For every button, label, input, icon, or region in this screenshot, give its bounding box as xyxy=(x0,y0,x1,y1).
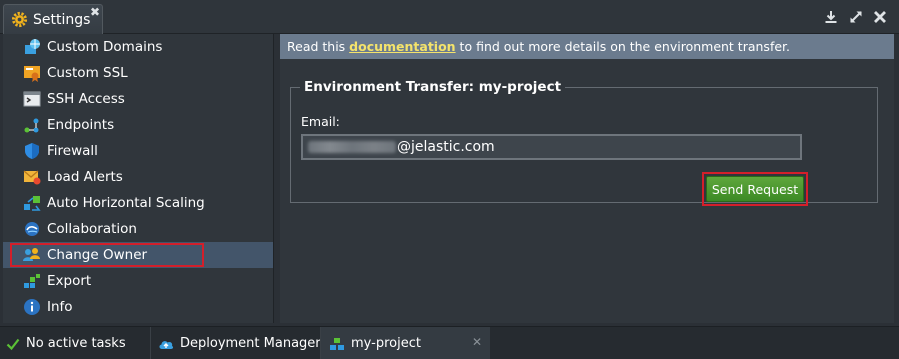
task-label: my-project xyxy=(351,336,421,351)
email-label: Email: xyxy=(301,114,340,129)
sidebar-item-label: Custom Domains xyxy=(47,39,163,55)
sidebar-item-change-owner[interactable]: Change Owner xyxy=(3,242,273,268)
download-icon[interactable] xyxy=(823,9,839,25)
tab-close-icon[interactable]: ✖ xyxy=(90,6,100,18)
sidebar-item-export[interactable]: Export xyxy=(3,268,273,294)
sidebar-item-endpoints[interactable]: Endpoints xyxy=(3,112,273,138)
environment-icon xyxy=(330,337,344,350)
maximize-icon[interactable] xyxy=(848,9,864,25)
sidebar-item-info[interactable]: Info xyxy=(3,294,273,320)
sidebar-item-label: Export xyxy=(47,273,92,289)
sidebar-item-label: Endpoints xyxy=(47,117,115,133)
sidebar-item-label: Custom SSL xyxy=(47,65,128,81)
sidebar-item-firewall[interactable]: Firewall xyxy=(3,138,273,164)
export-icon xyxy=(24,274,40,288)
task-status-label: No active tasks xyxy=(26,336,126,351)
handshake-icon xyxy=(25,222,39,236)
window-title-bar: Settings ✖ xyxy=(0,0,899,34)
email-field[interactable]: @jelastic.com xyxy=(301,134,802,160)
sidebar-item-label: SSH Access xyxy=(47,91,125,107)
sidebar-item-label: Change Owner xyxy=(47,247,148,263)
send-request-button[interactable]: Send Request xyxy=(706,176,804,202)
tab-deployment-manager[interactable]: Deployment Manager xyxy=(158,327,321,359)
close-icon[interactable]: ✕ xyxy=(472,335,482,349)
email-domain: @jelastic.com xyxy=(397,139,495,155)
info-icon xyxy=(24,299,40,315)
settings-sidebar: Custom Domains Custom SSL SSH Access End… xyxy=(3,34,274,323)
send-request-highlight: Send Request xyxy=(702,172,808,206)
cloud-upload-icon xyxy=(159,340,174,349)
sidebar-item-label: Collaboration xyxy=(47,221,137,237)
sidebar-item-label: Firewall xyxy=(47,143,98,159)
redacted-email-user xyxy=(308,141,396,153)
sidebar-item-label: Info xyxy=(47,299,73,315)
endpoints-icon xyxy=(24,118,39,133)
sidebar-item-ssh-access[interactable]: SSH Access xyxy=(3,86,273,112)
info-text-suffix: to find out more details on the environm… xyxy=(455,39,790,54)
sidebar-item-collaboration[interactable]: Collaboration xyxy=(3,216,273,242)
task-status[interactable]: No active tasks xyxy=(6,327,126,359)
sidebar-item-custom-domains[interactable]: Custom Domains xyxy=(3,34,273,60)
sidebar-item-custom-ssl[interactable]: Custom SSL xyxy=(3,60,273,86)
task-bar: No active tasks Deployment Manager my-pr… xyxy=(0,326,899,359)
change-owner-panel: Read this documentation to find out more… xyxy=(280,34,894,323)
gear-icon xyxy=(11,11,28,28)
sidebar-item-label: Load Alerts xyxy=(47,169,123,185)
tab-title: Settings xyxy=(33,11,91,28)
sidebar-item-load-alerts[interactable]: Load Alerts xyxy=(3,164,273,190)
sidebar-item-auto-horizontal-scaling[interactable]: Auto Horizontal Scaling xyxy=(3,190,273,216)
info-bar: Read this documentation to find out more… xyxy=(280,34,894,59)
checkmark-icon xyxy=(6,338,20,350)
custom-domains-icon xyxy=(25,39,40,54)
close-window-icon[interactable] xyxy=(872,9,888,25)
ssl-certificate-icon xyxy=(24,66,40,82)
task-label: Deployment Manager xyxy=(180,336,321,351)
tab-my-project[interactable]: my-project ✕ xyxy=(321,327,490,359)
documentation-link[interactable]: documentation xyxy=(349,39,455,54)
info-text-prefix: Read this xyxy=(287,39,350,54)
shield-icon xyxy=(25,143,39,159)
tab-settings[interactable]: Settings ✖ xyxy=(3,4,103,34)
terminal-icon xyxy=(23,91,41,107)
envelope-icon xyxy=(23,170,41,185)
environment-transfer-form: Environment Transfer: my-project Email: … xyxy=(290,79,878,206)
divider xyxy=(150,327,151,359)
change-owner-icon xyxy=(23,248,40,261)
form-legend: Environment Transfer: my-project xyxy=(304,79,562,95)
scaling-icon xyxy=(24,196,41,211)
sidebar-item-label: Auto Horizontal Scaling xyxy=(47,195,205,211)
